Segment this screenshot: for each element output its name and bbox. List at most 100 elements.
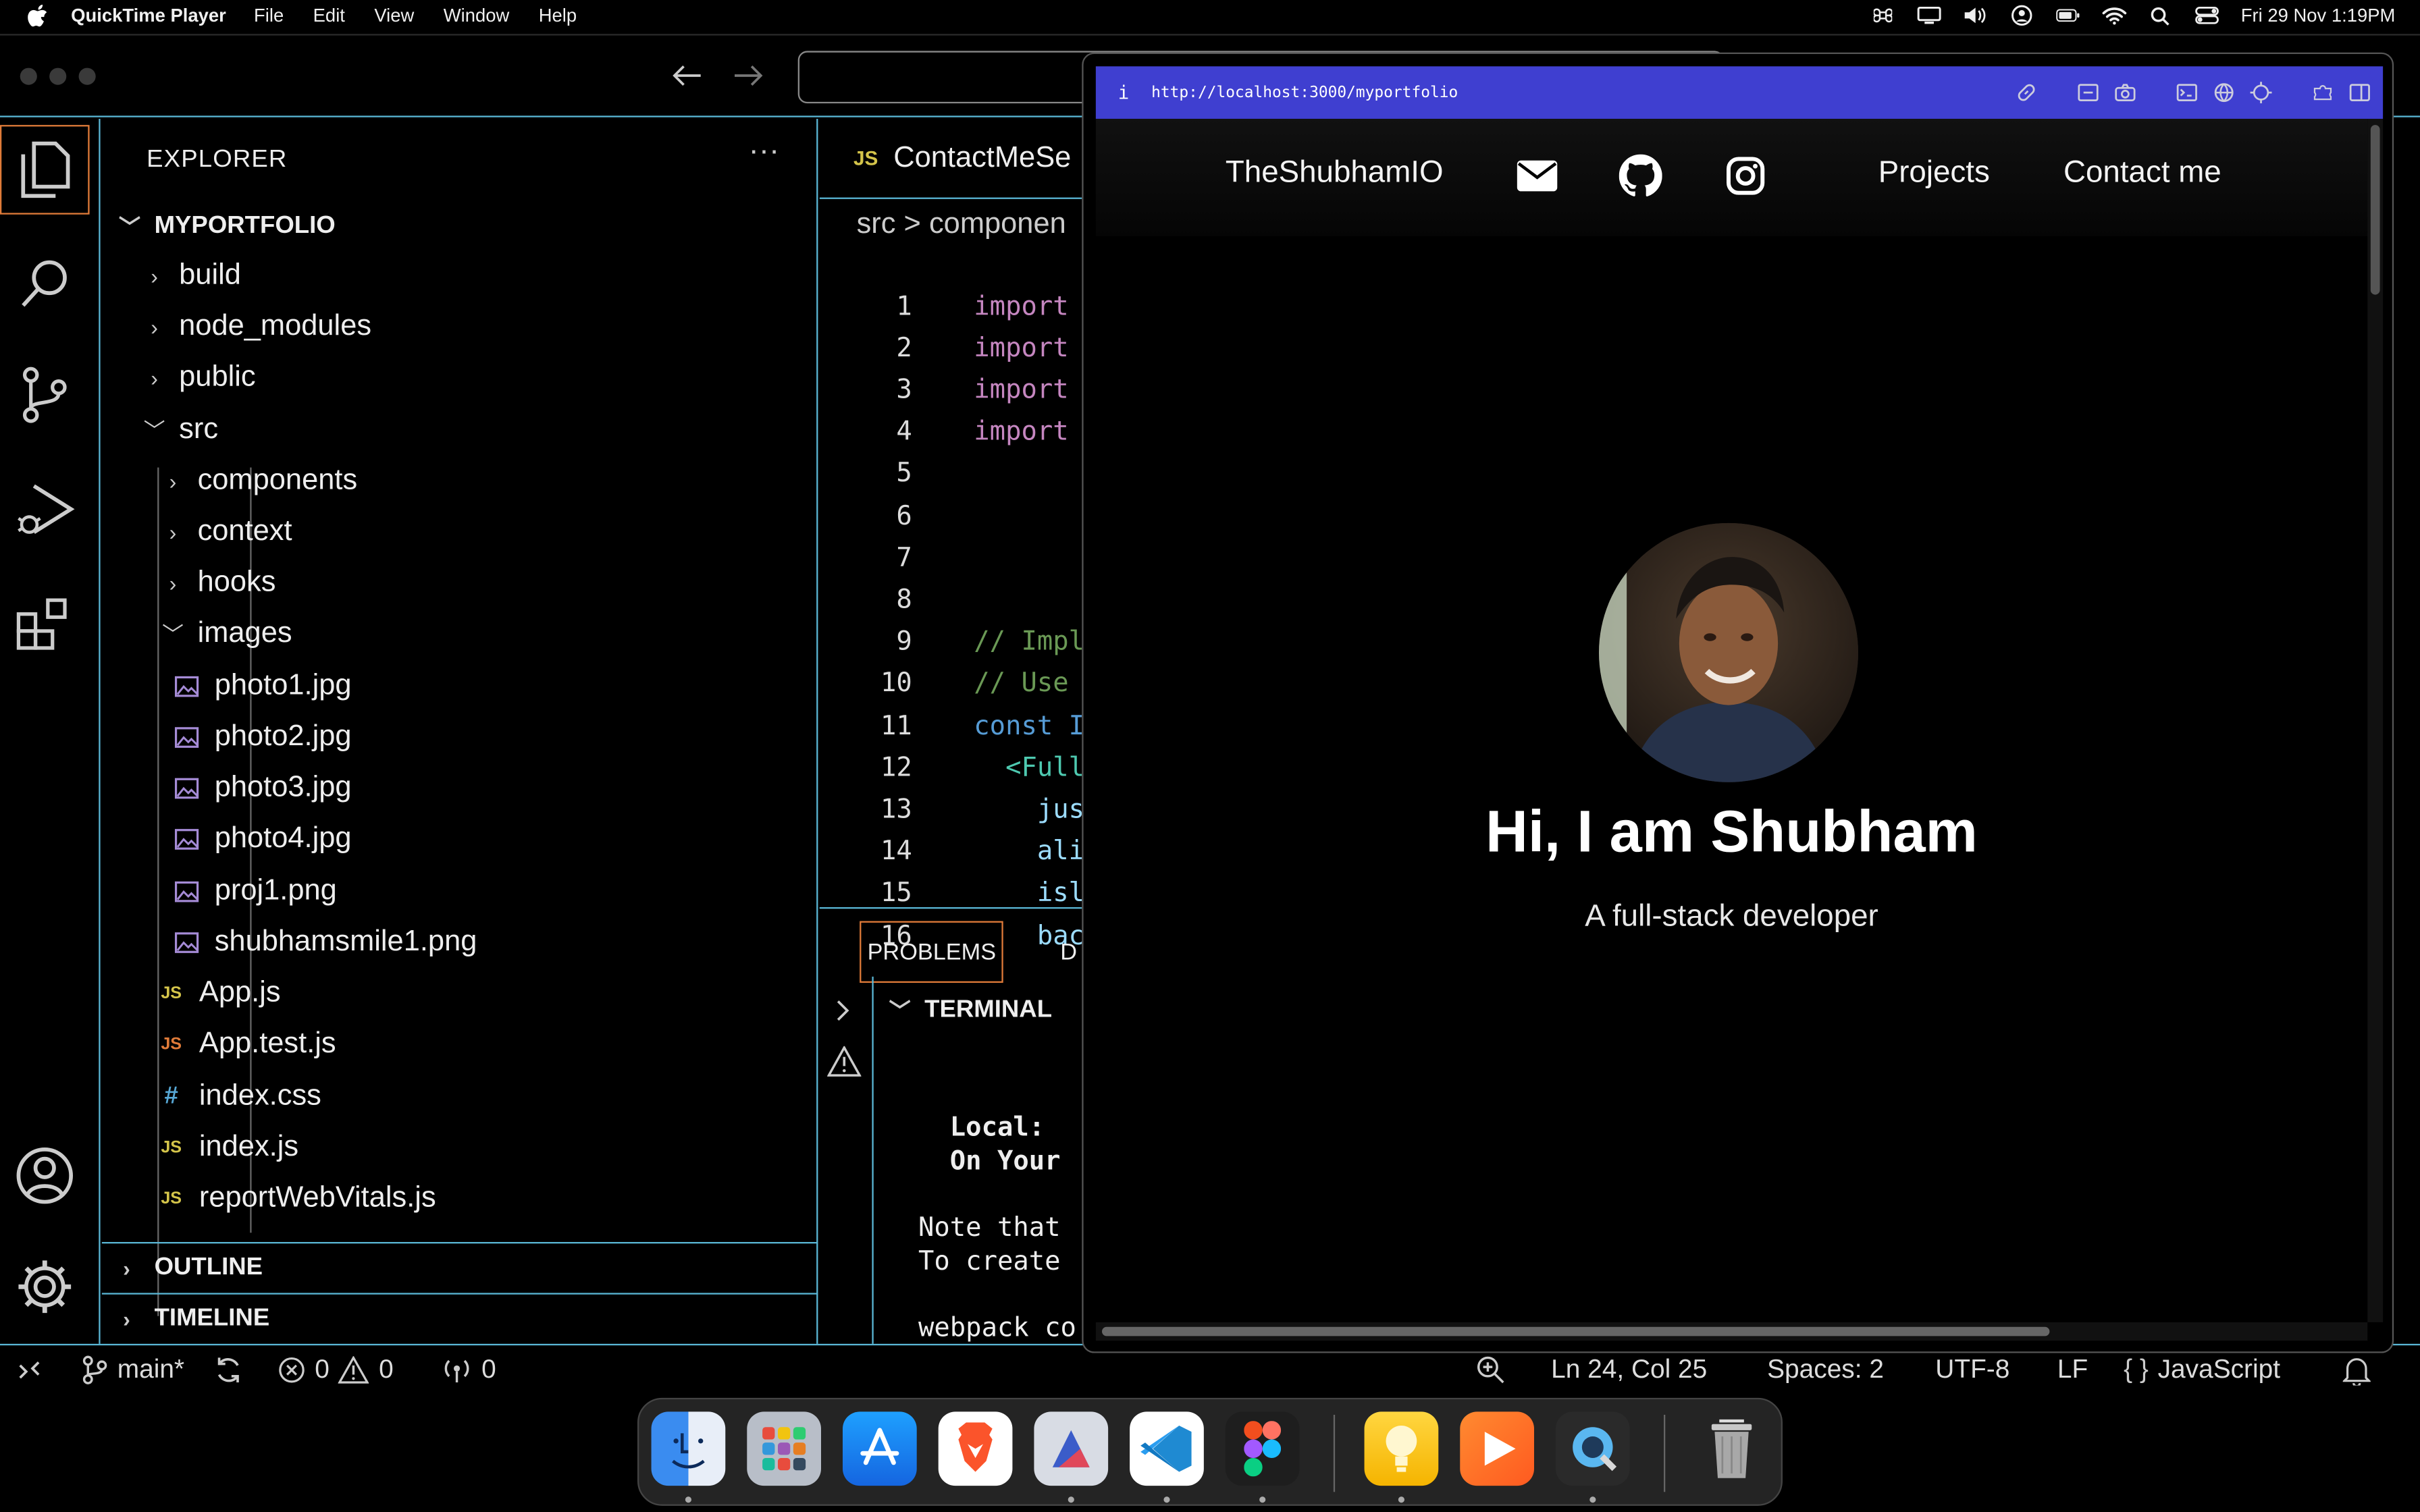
infuse-icon[interactable]: [1460, 1411, 1534, 1486]
tab-problems[interactable]: PROBLEMS: [860, 921, 1004, 983]
tree-item-photo1[interactable]: photo1.jpg: [173, 662, 352, 711]
code-line[interactable]: 3 import: [820, 369, 1068, 411]
code-line[interactable]: 4 import: [820, 411, 1068, 453]
tree-item-photo2[interactable]: photo2.jpg: [173, 713, 352, 762]
zoom-window-button[interactable]: [78, 68, 96, 85]
tree-item-index-js[interactable]: JS index.js: [157, 1123, 298, 1172]
scrollbar-thumb[interactable]: [1101, 1326, 2050, 1336]
code-line[interactable]: 2 import: [820, 327, 1068, 369]
menu-view[interactable]: View: [374, 5, 414, 26]
outline-section-header[interactable]: › OUTLINE: [101, 1241, 818, 1293]
terminal-console-icon[interactable]: [2176, 82, 2198, 103]
affinity-icon[interactable]: [1034, 1411, 1109, 1486]
remote-indicator-icon[interactable]: [16, 1345, 43, 1395]
menubar-clock[interactable]: Fri 29 Nov 1:19PM: [2241, 5, 2396, 26]
launchpad-icon[interactable]: [747, 1411, 821, 1486]
github-icon[interactable]: [1617, 153, 1664, 199]
code-line[interactable]: 12 <Full: [820, 747, 1082, 789]
tree-item-proj1[interactable]: proj1.png: [173, 867, 337, 917]
extensions-icon[interactable]: [0, 578, 90, 668]
tree-item-public[interactable]: › public: [139, 353, 255, 402]
ports-status[interactable]: 0: [442, 1345, 496, 1395]
run-and-debug-icon[interactable]: [0, 464, 90, 554]
tree-item-node-modules[interactable]: › node_modules: [139, 302, 371, 352]
editor-tab[interactable]: JS ContactMeSe: [819, 119, 1082, 199]
code-line[interactable]: 7: [820, 537, 974, 579]
tree-item-images[interactable]: ﹀ images: [157, 610, 292, 659]
go-forward-arrow-icon[interactable]: [731, 59, 765, 92]
site-info-icon[interactable]: i: [1096, 82, 1151, 103]
trash-icon[interactable]: [1695, 1411, 1769, 1486]
chevron-right-icon[interactable]: [832, 998, 853, 1031]
menu-window[interactable]: Window: [444, 5, 510, 26]
app-store-icon[interactable]: [842, 1411, 917, 1486]
wifi-icon[interactable]: [2102, 5, 2127, 26]
url-text[interactable]: http://localhost:3000/myportfolio: [1151, 84, 1458, 101]
instagram-icon[interactable]: [1722, 153, 1769, 199]
explorer-files-icon[interactable]: [0, 125, 90, 215]
problems-status[interactable]: 0 0: [278, 1345, 394, 1395]
accounts-icon[interactable]: [0, 1131, 90, 1220]
tree-item-hooks[interactable]: › hooks: [157, 558, 276, 608]
code-line[interactable]: 6: [820, 495, 974, 537]
network-globe-icon[interactable]: [2213, 82, 2235, 103]
email-icon[interactable]: [1514, 153, 1560, 199]
menu-edit[interactable]: Edit: [313, 5, 345, 26]
split-view-icon[interactable]: [2349, 82, 2371, 103]
git-branch-status[interactable]: main*: [80, 1345, 184, 1395]
display-icon[interactable]: [1917, 5, 1942, 26]
code-line[interactable]: 9 // Impl: [820, 621, 1082, 663]
warning-icon[interactable]: [826, 1045, 862, 1085]
tree-item-index-css[interactable]: # index.css: [157, 1073, 321, 1122]
battery-icon[interactable]: [2055, 5, 2080, 26]
menu-help[interactable]: Help: [539, 5, 577, 26]
tree-item-build[interactable]: › build: [139, 252, 241, 301]
tips-icon[interactable]: [1364, 1411, 1439, 1486]
timeline-section-header[interactable]: › TIMELINE: [101, 1293, 818, 1343]
horizontal-scrollbar[interactable]: [1095, 1322, 2368, 1341]
go-back-arrow-icon[interactable]: [670, 59, 704, 92]
tree-item-src[interactable]: ﹀ src: [139, 406, 218, 455]
command-key-icon[interactable]: [1870, 5, 1895, 26]
extension-puzzle-icon[interactable]: [2312, 82, 2334, 103]
tree-item-app-js[interactable]: JS App.js: [157, 969, 280, 1018]
screenshot-region-icon[interactable]: [2078, 82, 2099, 103]
code-line[interactable]: 5: [820, 454, 974, 495]
tree-item-photo3[interactable]: photo3.jpg: [173, 763, 352, 813]
code-line[interactable]: 13 jus: [820, 789, 1082, 831]
sync-icon[interactable]: [213, 1345, 244, 1395]
inspect-element-icon[interactable]: [2250, 82, 2272, 104]
active-app-name[interactable]: QuickTime Player: [71, 5, 226, 26]
tree-item-context[interactable]: › context: [157, 508, 292, 557]
source-control-icon[interactable]: [0, 350, 90, 440]
tab-debug-console[interactable]: D: [1060, 921, 1077, 983]
terminal-section-header[interactable]: ﹀ TERMINAL: [885, 995, 1052, 1026]
nav-link-contact-me[interactable]: Contact me: [2063, 156, 2221, 192]
quicktime-icon[interactable]: [1555, 1411, 1630, 1486]
vertical-scrollbar[interactable]: [2367, 118, 2384, 1322]
nav-link-projects[interactable]: Projects: [1878, 156, 1990, 192]
address-bar[interactable]: i http://localhost:3000/myportfolio: [1095, 66, 2384, 119]
camera-icon[interactable]: [2114, 82, 2136, 103]
minimize-window-button[interactable]: [49, 68, 67, 85]
more-actions-icon[interactable]: ···: [749, 134, 780, 170]
control-center-icon[interactable]: [2194, 5, 2219, 26]
code-line[interactable]: 14 ali: [820, 831, 1082, 873]
finder-icon[interactable]: [651, 1411, 726, 1486]
vscode-icon[interactable]: [1130, 1411, 1204, 1486]
search-icon[interactable]: [0, 239, 90, 329]
code-line[interactable]: 10 // Use: [820, 663, 1069, 705]
volume-icon[interactable]: [1963, 5, 1988, 26]
code-line[interactable]: 11 const I: [820, 705, 1082, 747]
tree-item-app-test-js[interactable]: JS App.test.js: [157, 1020, 336, 1069]
user-account-icon[interactable]: [2009, 5, 2034, 26]
close-window-button[interactable]: [20, 68, 37, 85]
project-root-folder[interactable]: ﹀ MYPORTFOLIO: [114, 202, 336, 251]
code-line[interactable]: 8: [820, 579, 974, 621]
settings-gear-icon[interactable]: [0, 1242, 90, 1332]
menu-file[interactable]: File: [254, 5, 284, 26]
site-brand[interactable]: TheShubhamIO: [1226, 156, 1444, 192]
tree-item-components[interactable]: › components: [157, 457, 358, 506]
tree-item-report-web-vitals[interactable]: JS reportWebVitals.js: [157, 1174, 436, 1223]
code-line[interactable]: 1 import: [820, 286, 1068, 327]
